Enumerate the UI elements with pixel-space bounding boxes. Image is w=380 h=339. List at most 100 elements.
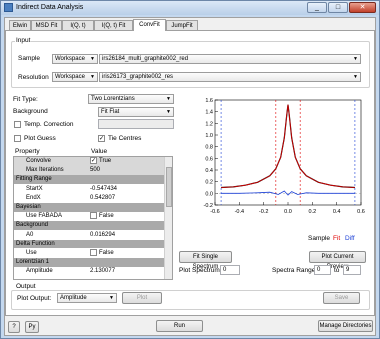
y-tick-label: 1.2 — [205, 121, 213, 127]
chevron-down-icon: ▼ — [166, 96, 171, 102]
spectra-to-label: to — [334, 267, 340, 274]
property-name: Use FABADA — [26, 213, 63, 220]
temp-correction-checkbox[interactable] — [14, 121, 21, 128]
resolution-workspace-value: iris26173_graphite002_res — [102, 74, 174, 80]
property-value-text: 0.542807 — [90, 194, 116, 201]
property-value-text: True — [99, 158, 112, 165]
manage-directories-button[interactable]: Manage Directories — [318, 320, 373, 332]
plot-button[interactable]: Plot — [122, 292, 162, 304]
plot-spectrum-spinbox[interactable]: 0 — [220, 265, 240, 275]
value-header: Value — [91, 148, 108, 155]
property-value-text: 2.130077 — [90, 268, 116, 275]
x-tick-label: -0.6 — [210, 209, 219, 215]
property-value: 0.542807 — [90, 194, 164, 203]
property-table[interactable]: Convolve ✓ True Max Iterations 500 Fitting Ra… — [13, 156, 173, 280]
property-row[interactable]: A0 0.016294 — [14, 231, 164, 240]
sample-workspace-value: irs26184_multi_graphite002_red — [102, 56, 189, 62]
property-row[interactable]: Convolve ✓ True — [14, 157, 164, 166]
property-row[interactable]: StartX -0.547434 — [14, 185, 164, 194]
chevron-down-icon: ▼ — [353, 74, 358, 80]
property-value-text: False — [99, 250, 114, 257]
legend-fit: Fit — [333, 235, 341, 242]
property-name: Lorentzian 1 — [16, 259, 50, 266]
x-tick-label: 0.0 — [284, 209, 292, 215]
plot-output-value: Amplitude — [60, 295, 87, 301]
fit-single-spectrum-button[interactable]: Fit Single Spectrum — [179, 251, 232, 270]
property-row[interactable]: Background — [14, 221, 164, 230]
spectra-to-spinbox[interactable]: 9 — [343, 265, 361, 275]
tie-centres-checkbox[interactable]: ✓ — [98, 135, 105, 142]
background-select[interactable]: Fit Flat ▼ — [98, 107, 174, 117]
resolution-source-select[interactable]: Workspace ▼ — [52, 72, 98, 82]
spectra-from-spinbox[interactable]: 0 — [314, 265, 331, 275]
property-row[interactable]: Use False — [14, 249, 164, 258]
app-window: Indirect Data Analysis _ □ ✕ Elwin MSD F… — [0, 0, 380, 339]
y-tick-label: 0.2 — [205, 180, 213, 186]
python-button[interactable]: Py — [25, 321, 39, 333]
run-button[interactable]: Run — [156, 320, 203, 332]
plot-output-label: Plot Output: — [17, 295, 52, 302]
y-tick-label: 0.0 — [205, 191, 213, 197]
property-name: EndX — [26, 194, 41, 201]
legend-sample: Sample — [308, 235, 331, 242]
scrollbar-thumb[interactable] — [166, 167, 172, 207]
close-button[interactable]: ✕ — [349, 2, 376, 13]
property-name: Max Iterations — [26, 167, 64, 174]
minimize-button[interactable]: _ — [307, 2, 327, 13]
chevron-down-icon: ▼ — [90, 74, 95, 80]
fit-preview-chart[interactable]: 1.61.41.21.00.80.60.40.20.0-0.2-0.6 -0.4-… — [197, 94, 365, 224]
y-tick-label: 1.6 — [205, 98, 213, 104]
fit-type-select[interactable]: Two Lorentzians ▼ — [88, 94, 174, 104]
property-row[interactable]: Delta Function — [14, 239, 164, 249]
property-scrollbar[interactable] — [164, 157, 172, 279]
chevron-down-icon: ▼ — [90, 56, 95, 62]
property-checkbox[interactable] — [90, 212, 97, 220]
property-value: 0.016294 — [90, 231, 164, 240]
sample-workspace-select[interactable]: irs26184_multi_graphite002_red ▼ — [99, 54, 361, 64]
sample-label: Sample — [18, 55, 41, 62]
property-row[interactable]: Amplitude 2.130077 — [14, 267, 164, 276]
property-name: Delta Function — [16, 240, 55, 247]
y-tick-label: 0.4 — [205, 168, 213, 174]
y-tick-label: 0.8 — [205, 145, 213, 151]
plot-guess-label: Plot Guess — [24, 135, 56, 142]
plot-current-preview-button[interactable]: Plot Current Preview — [309, 251, 366, 270]
resolution-workspace-select[interactable]: iris26173_graphite002_res ▼ — [99, 72, 361, 82]
property-row[interactable]: Use FABADA False — [14, 212, 164, 221]
background-label: Background — [13, 108, 48, 115]
property-checkbox[interactable]: ✓ — [90, 157, 97, 164]
property-value: 2.130077 — [90, 267, 164, 276]
property-name: Use — [26, 250, 37, 256]
property-name: Fitting Range — [16, 176, 52, 183]
property-value: 500 — [90, 166, 164, 175]
sample-source-select[interactable]: Workspace ▼ — [52, 54, 98, 64]
property-row[interactable]: Bayesian — [14, 203, 164, 212]
property-name: Bayesian — [16, 204, 41, 210]
tab-convfit[interactable]: ConvFit — [133, 19, 166, 31]
property-row[interactable]: Lorentzian 1 — [14, 258, 164, 267]
property-checkbox[interactable] — [90, 249, 97, 256]
property-value: ✓ True — [90, 157, 164, 166]
plot-output-select[interactable]: Amplitude ▼ — [57, 293, 117, 303]
property-value-text: False — [99, 213, 114, 220]
x-tick-label: 0.2 — [309, 209, 317, 215]
plot-spectrum-label: Plot Spectrum: — [179, 267, 222, 274]
window-title: Indirect Data Analysis — [16, 4, 84, 11]
property-value-text: 0.016294 — [90, 231, 116, 238]
property-row[interactable]: EndX 0.542807 — [14, 194, 164, 203]
property-name: Background — [16, 222, 49, 229]
property-row[interactable]: Fitting Range — [14, 175, 164, 184]
chevron-down-icon: ▼ — [166, 109, 171, 115]
save-button[interactable]: Save — [323, 292, 360, 304]
resolution-label: Resolution — [18, 74, 49, 81]
help-button[interactable]: ? — [8, 321, 20, 333]
property-value-text: 500 — [90, 167, 101, 174]
property-row[interactable]: Max Iterations 500 — [14, 166, 164, 175]
property-value: False — [90, 249, 164, 258]
plot-area — [214, 99, 362, 206]
plot-guess-checkbox[interactable] — [14, 135, 21, 142]
maximize-button[interactable]: □ — [328, 2, 348, 13]
x-tick-label: -0.2 — [259, 209, 268, 215]
y-tick-label: 1.4 — [205, 110, 213, 116]
temperature-field[interactable] — [98, 119, 174, 129]
